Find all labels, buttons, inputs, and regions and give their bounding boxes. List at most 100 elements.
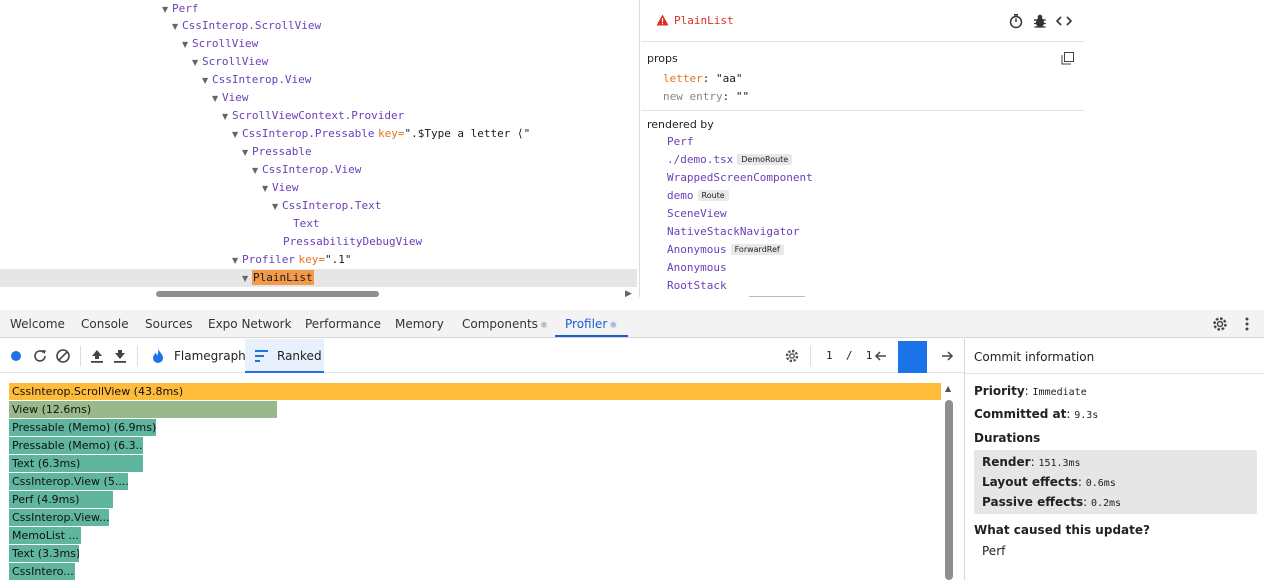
tree-row[interactable]: ▼ View xyxy=(0,179,637,197)
code-icon[interactable] xyxy=(1055,12,1073,30)
tree-row[interactable]: ▼ ScrollView xyxy=(0,35,637,53)
collapse-triangle-icon[interactable]: ▼ xyxy=(202,72,212,90)
hoc-badge: Route xyxy=(697,190,729,201)
reload-icon[interactable] xyxy=(32,348,48,364)
ranked-bar[interactable]: Text (6.3ms) xyxy=(9,455,143,472)
scroll-up-arrow-icon[interactable]: ▲ xyxy=(945,384,951,393)
commit-bar[interactable] xyxy=(898,341,927,371)
next-commit-arrow-icon[interactable] xyxy=(940,349,954,363)
tab-memory[interactable]: Memory xyxy=(395,310,444,338)
collapse-triangle-icon[interactable]: ▼ xyxy=(232,126,242,144)
flamegraph-label: Flamegraph xyxy=(174,349,246,363)
durations-label: Durations xyxy=(974,431,1041,445)
tree-row[interactable]: ▼ Pressable xyxy=(0,143,637,161)
download-icon[interactable] xyxy=(112,348,128,364)
collapse-triangle-icon[interactable]: ▼ xyxy=(272,198,282,216)
collapse-triangle-icon[interactable]: ▼ xyxy=(262,180,272,198)
tab-expo-network[interactable]: Expo Network xyxy=(208,310,292,338)
owner-item[interactable]: Perf xyxy=(667,135,694,148)
collapse-triangle-icon[interactable]: ▼ xyxy=(222,108,232,126)
profiler-settings-gear-icon[interactable] xyxy=(784,348,800,364)
collapse-triangle-icon[interactable]: ▼ xyxy=(232,252,242,270)
owner-item[interactable]: RootStack xyxy=(667,279,727,292)
ranked-bar[interactable]: View (12.6ms) xyxy=(9,401,277,418)
tab-performance[interactable]: Performance xyxy=(305,310,381,338)
tree-row[interactable]: ▼ CssInterop.Text xyxy=(0,197,637,215)
previous-commit-arrow-icon[interactable] xyxy=(874,349,888,363)
ranked-bar[interactable]: Pressable (Memo) (6.3... xyxy=(9,437,143,454)
owner-item[interactable]: Anonymous ForwardRef xyxy=(667,243,784,256)
prop-key: letter xyxy=(663,72,703,85)
tree-node-name: CssInterop.Text xyxy=(282,199,382,212)
tab-console[interactable]: Console xyxy=(81,310,129,338)
tree-row[interactable]: PressabilityDebugView xyxy=(0,233,637,251)
tree-row[interactable]: ▼ ScrollViewContext.Provider xyxy=(0,107,637,125)
render-label: Render xyxy=(982,455,1031,469)
owner-item[interactable]: demo Route xyxy=(667,189,729,202)
ranked-bar[interactable]: CssInterop.ScrollView (43.8ms) xyxy=(9,383,941,400)
tree-row[interactable]: ▼ View xyxy=(0,89,637,107)
active-view-indicator xyxy=(245,371,324,373)
ranked-tab[interactable]: Ranked xyxy=(245,339,324,373)
priority-label: Priority xyxy=(974,384,1025,398)
prop-row[interactable]: new entry: "" xyxy=(663,90,749,103)
tree-row-selected[interactable]: ▼ PlainList xyxy=(0,269,637,287)
ranked-bar[interactable]: MemoList ... xyxy=(9,527,81,544)
stopwatch-icon[interactable] xyxy=(1007,12,1025,30)
settings-gear-icon[interactable] xyxy=(1211,315,1229,333)
tab-components[interactable]: Components ⚛ xyxy=(462,310,548,338)
tree-row[interactable]: ▼ Perf xyxy=(0,0,637,18)
ranked-bar[interactable]: Pressable (Memo) (6.9ms) xyxy=(9,419,156,436)
upload-icon[interactable] xyxy=(89,348,105,364)
cause-item[interactable]: Perf xyxy=(982,544,1005,558)
scroll-right-arrow-icon[interactable]: ▶ xyxy=(625,289,632,297)
horizontal-scrollbar[interactable] xyxy=(749,296,805,297)
tree-row[interactable]: ▼ Profiler key=".1" xyxy=(0,251,637,269)
owner-item[interactable]: NativeStackNavigator xyxy=(667,225,799,238)
collapse-triangle-icon[interactable]: ▼ xyxy=(252,162,262,180)
tab-sources[interactable]: Sources xyxy=(145,310,192,338)
prop-value[interactable]: "aa" xyxy=(716,72,743,85)
tree-row[interactable]: ▼ ScrollView xyxy=(0,53,637,71)
layout-effects-label: Layout effects xyxy=(982,475,1078,489)
collapse-triangle-icon[interactable]: ▼ xyxy=(182,36,192,54)
prop-value[interactable]: "" xyxy=(736,90,749,103)
owner-item[interactable]: SceneView xyxy=(667,207,727,220)
vertical-scrollbar-thumb[interactable] xyxy=(945,400,953,580)
collapse-triangle-icon[interactable]: ▼ xyxy=(172,18,182,36)
ranked-bar[interactable]: Perf (4.9ms) xyxy=(9,491,113,508)
collapse-triangle-icon[interactable]: ▼ xyxy=(242,270,252,288)
record-icon[interactable] xyxy=(11,351,21,361)
more-options-icon[interactable] xyxy=(1240,315,1254,333)
owner-item[interactable]: WrappedScreenComponent xyxy=(667,171,813,184)
tree-row[interactable]: ▼ CssInterop.ScrollView xyxy=(0,17,637,35)
react-icon: ⚛ xyxy=(609,321,618,331)
ranked-bar[interactable]: CssInterop.View (5.... xyxy=(9,473,128,490)
tab-welcome[interactable]: Welcome xyxy=(10,310,65,338)
ranked-bar[interactable]: CssInterop.View... xyxy=(9,509,109,526)
collapse-triangle-icon[interactable]: ▼ xyxy=(242,144,252,162)
tab-label: Console xyxy=(81,317,129,331)
tree-row[interactable]: ▼ CssInterop.View xyxy=(0,71,637,89)
ranked-bar[interactable]: CssIntero... xyxy=(9,563,75,580)
ranked-label: Ranked xyxy=(277,349,322,363)
owner-item[interactable]: ./demo.tsx DemoRoute xyxy=(667,153,793,166)
bug-icon[interactable] xyxy=(1031,12,1049,30)
react-icon: ⚛ xyxy=(539,321,548,331)
owner-item[interactable]: Anonymous xyxy=(667,261,727,274)
ranked-bar[interactable]: Text (3.3ms) xyxy=(9,545,79,562)
tree-row[interactable]: ▼ CssInterop.Pressable key=".$Type a lett… xyxy=(0,125,637,143)
owner-name: RootStack xyxy=(667,279,727,292)
tree-row[interactable]: Text xyxy=(0,215,637,233)
owner-name: NativeStackNavigator xyxy=(667,225,800,238)
horizontal-scrollbar-thumb[interactable] xyxy=(156,291,379,297)
tree-node-name: View xyxy=(222,91,249,104)
clear-icon[interactable] xyxy=(55,348,71,364)
copy-icon[interactable] xyxy=(1061,52,1074,65)
tab-profiler[interactable]: Profiler ⚛ xyxy=(565,310,617,338)
collapse-triangle-icon[interactable]: ▼ xyxy=(192,54,202,72)
flamegraph-tab[interactable]: Flamegraph xyxy=(146,339,246,373)
prop-row[interactable]: letter: "aa" xyxy=(663,72,743,85)
collapse-triangle-icon[interactable]: ▼ xyxy=(212,90,222,108)
tree-row[interactable]: ▼ CssInterop.View xyxy=(0,161,637,179)
